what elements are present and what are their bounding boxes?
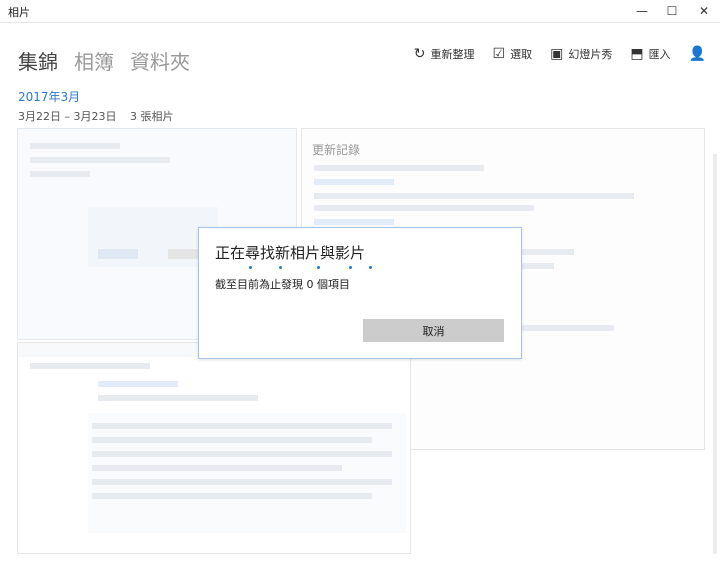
close-button[interactable]: ✕ <box>688 0 720 22</box>
account-button[interactable]: 👤 <box>689 46 706 62</box>
loading-indicator <box>249 262 489 272</box>
tab-collection[interactable]: 集錦 <box>18 46 58 75</box>
group-date-range: 3月22日 – 3月23日 <box>18 110 117 123</box>
select-button[interactable]: ☑ 選取 <box>493 46 533 62</box>
photos-app: 集錦 相簿 資料夾 ↻ 重新整理 ☑ 選取 ▣ 幻燈片秀 ⬒ 匯入 👤 2017… <box>0 22 720 562</box>
vertical-scrollbar[interactable] <box>710 44 720 584</box>
group-range: 3月22日 – 3月23日 3 張相片 <box>18 108 173 124</box>
group-month[interactable]: 2017年3月 <box>18 88 80 105</box>
dialog-status: 截至目前為止發現 0 個項目 <box>215 278 350 291</box>
import-button[interactable]: ⬒ 匯入 <box>630 46 670 62</box>
refresh-icon: ↻ <box>413 46 426 62</box>
import-icon: ⬒ <box>630 46 644 62</box>
window-title: 相片 <box>8 6 30 19</box>
dialog-title: 正在尋找新相片與影片 <box>215 244 366 262</box>
tab-albums[interactable]: 相簿 <box>74 46 114 75</box>
select-icon: ☑ <box>492 46 506 62</box>
maximize-button[interactable]: ☐ <box>656 0 688 22</box>
import-dialog: 正在尋找新相片與影片 截至目前為止發現 0 個項目 取消 <box>198 227 522 359</box>
minimize-button[interactable]: — <box>626 0 658 22</box>
scrollbar-thumb[interactable] <box>713 154 717 554</box>
toolbar: ↻ 重新整理 ☑ 選取 ▣ 幻燈片秀 ⬒ 匯入 👤 <box>414 46 706 62</box>
slideshow-icon: ▣ <box>550 46 564 62</box>
cancel-button[interactable]: 取消 <box>363 319 504 342</box>
select-label: 選取 <box>510 48 533 61</box>
import-label: 匯入 <box>648 48 671 61</box>
title-bar: 相片 — ☐ ✕ <box>0 0 720 23</box>
group-count: 3 張相片 <box>129 110 174 123</box>
tab-folders[interactable]: 資料夾 <box>130 46 190 75</box>
account-icon: 👤 <box>688 46 706 62</box>
main-nav: 集錦 相簿 資料夾 <box>18 46 190 75</box>
slideshow-button[interactable]: ▣ 幻燈片秀 <box>550 46 612 62</box>
slideshow-label: 幻燈片秀 <box>568 48 613 61</box>
photo-thumbnail[interactable] <box>17 342 411 554</box>
refresh-button[interactable]: ↻ 重新整理 <box>414 46 475 62</box>
refresh-label: 重新整理 <box>430 48 475 61</box>
